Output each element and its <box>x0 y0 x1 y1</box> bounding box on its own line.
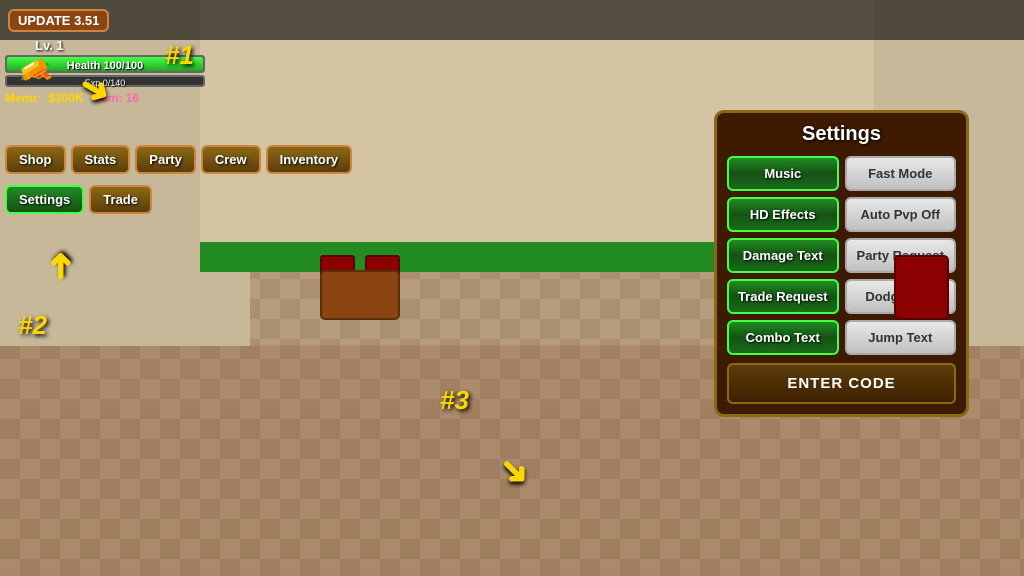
trade-button[interactable]: Trade <box>89 185 152 214</box>
settings-button[interactable]: Settings <box>5 185 84 214</box>
table-area <box>320 270 400 320</box>
damage-text-button[interactable]: Damage Text <box>727 238 839 273</box>
stats-button[interactable]: Stats <box>71 145 131 174</box>
music-button[interactable]: Music <box>727 156 839 191</box>
party-button[interactable]: Party <box>135 145 196 174</box>
annotation-2: #2 <box>18 310 47 341</box>
weapon-icon: 🔫 <box>12 49 59 95</box>
arrow-2: ➜ <box>39 251 81 281</box>
update-badge: UPDATE 3.51 <box>8 9 109 32</box>
jump-text-button[interactable]: Jump Text <box>845 320 957 355</box>
settings-title: Settings <box>727 123 956 146</box>
shop-button[interactable]: Shop <box>5 145 66 174</box>
annotation-1: #1 <box>165 40 194 71</box>
enter-code-button[interactable]: ENTER CODE <box>727 363 956 404</box>
table <box>320 270 400 320</box>
currency-row: Menu: $300K Gem: 16 <box>5 91 225 105</box>
auto-pvp-button[interactable]: Auto Pvp Off <box>845 197 957 232</box>
level-display: Lv. 1 <box>35 38 225 53</box>
top-bar: UPDATE 3.51 <box>0 0 1024 40</box>
fast-mode-button[interactable]: Fast Mode <box>845 156 957 191</box>
weapon-area: 🔫 <box>5 55 65 90</box>
menu-label: Menu: <box>5 91 40 105</box>
combo-text-button[interactable]: Combo Text <box>727 320 839 355</box>
annotation-3: #3 <box>440 385 469 416</box>
crew-button[interactable]: Crew <box>201 145 261 174</box>
nav-buttons-row2: Settings Trade <box>5 185 152 214</box>
hd-effects-button[interactable]: HD Effects <box>727 197 839 232</box>
chair-far-right <box>894 255 949 320</box>
inventory-button[interactable]: Inventory <box>266 145 353 174</box>
trade-request-button[interactable]: Trade Request <box>727 279 839 314</box>
nav-buttons-row1: Shop Stats Party Crew Inventory <box>5 145 495 174</box>
